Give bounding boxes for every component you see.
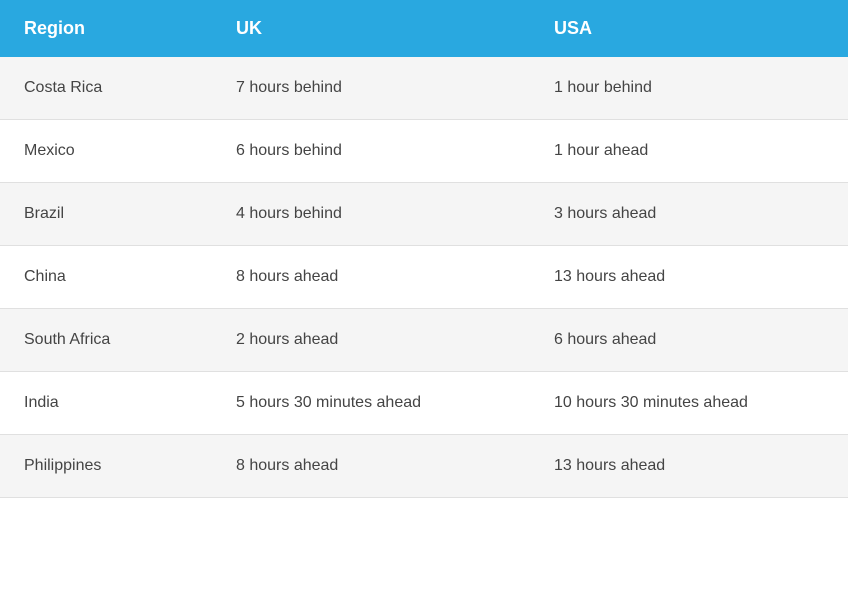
cell-usa: 1 hour behind xyxy=(530,57,848,120)
cell-region: Costa Rica xyxy=(0,57,212,120)
table-row: Costa Rica7 hours behind1 hour behind xyxy=(0,57,848,120)
header-region: Region xyxy=(0,0,212,57)
cell-uk: 8 hours ahead xyxy=(212,246,530,309)
cell-region: Mexico xyxy=(0,120,212,183)
cell-uk: 6 hours behind xyxy=(212,120,530,183)
table-row: Mexico6 hours behind1 hour ahead xyxy=(0,120,848,183)
cell-uk: 4 hours behind xyxy=(212,183,530,246)
cell-region: South Africa xyxy=(0,309,212,372)
cell-region: Brazil xyxy=(0,183,212,246)
header-uk: UK xyxy=(212,0,530,57)
cell-region: India xyxy=(0,372,212,435)
cell-region: China xyxy=(0,246,212,309)
header-usa: USA xyxy=(530,0,848,57)
table-header-row: Region UK USA xyxy=(0,0,848,57)
table-row: South Africa2 hours ahead6 hours ahead xyxy=(0,309,848,372)
cell-usa: 13 hours ahead xyxy=(530,435,848,498)
table-row: Philippines8 hours ahead13 hours ahead xyxy=(0,435,848,498)
cell-region: Philippines xyxy=(0,435,212,498)
cell-usa: 3 hours ahead xyxy=(530,183,848,246)
table-row: Brazil4 hours behind3 hours ahead xyxy=(0,183,848,246)
cell-uk: 2 hours ahead xyxy=(212,309,530,372)
cell-uk: 7 hours behind xyxy=(212,57,530,120)
cell-usa: 13 hours ahead xyxy=(530,246,848,309)
cell-usa: 10 hours 30 minutes ahead xyxy=(530,372,848,435)
table-row: India5 hours 30 minutes ahead10 hours 30… xyxy=(0,372,848,435)
cell-uk: 5 hours 30 minutes ahead xyxy=(212,372,530,435)
table-row: China8 hours ahead13 hours ahead xyxy=(0,246,848,309)
cell-uk: 8 hours ahead xyxy=(212,435,530,498)
timezone-table: Region UK USA Costa Rica7 hours behind1 … xyxy=(0,0,848,498)
timezone-table-container: Region UK USA Costa Rica7 hours behind1 … xyxy=(0,0,848,498)
cell-usa: 6 hours ahead xyxy=(530,309,848,372)
cell-usa: 1 hour ahead xyxy=(530,120,848,183)
